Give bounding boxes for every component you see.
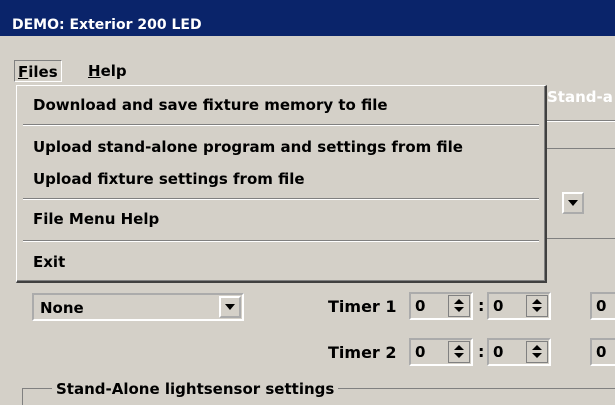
timer1-extra-value: 0 [596,297,607,315]
menu-item-upload-standalone[interactable]: Upload stand-alone program and settings … [33,135,463,159]
mode-select-button[interactable] [219,296,241,318]
menu-files-label: Files [18,63,58,81]
chevron-down-icon [568,200,578,206]
menu-item-file-menu-help[interactable]: File Menu Help [33,207,159,231]
timer1-minutes-spinner[interactable]: 0 [487,292,551,320]
menu-item-upload-fixture-settings[interactable]: Upload fixture settings from file [33,167,305,191]
mode-select[interactable]: None [32,293,244,321]
menu-help-label: Help [88,62,127,80]
timer2-hours-spinner[interactable]: 0 [409,338,473,366]
spinner-arrows-icon[interactable] [448,295,470,317]
timer1-extra-spinner[interactable]: 0 [590,292,615,320]
timer2-label: Timer 2 [328,343,397,362]
timer2-hours-value: 0 [415,343,426,361]
menu-help[interactable]: Help [84,60,131,82]
window-title: DEMO: Exterior 200 LED [12,17,202,33]
timer2-extra-spinner[interactable]: 0 [590,338,615,366]
timer2-minutes-value: 0 [493,343,504,361]
timer1-minutes-value: 0 [493,297,504,315]
menu-separator [23,198,539,200]
spinner-arrows-icon[interactable] [526,295,548,317]
timer1-hours-value: 0 [415,297,426,315]
menu-separator [23,124,539,126]
tab-stand-alone-partial[interactable]: Stand-a [547,88,613,106]
colon: : [478,296,485,315]
menu-item-download-save[interactable]: Download and save fixture memory to file [33,93,388,117]
divider [546,148,615,149]
menu-bar: Files Help [0,54,615,84]
combo-dropdown-button[interactable] [562,192,584,214]
lightsensor-group-label: Stand-Alone lightsensor settings [52,380,339,398]
timer2-extra-value: 0 [596,343,607,361]
chevron-down-icon [225,304,235,310]
timer1-label: Timer 1 [328,297,397,316]
colon: : [478,342,485,361]
window-title-bar: DEMO: Exterior 200 LED [0,0,615,36]
spinner-arrows-icon[interactable] [526,341,548,363]
menu-item-exit[interactable]: Exit [33,250,65,274]
divider [546,238,615,239]
menu-files[interactable]: Files [14,60,62,82]
mode-select-value: None [40,299,84,317]
files-menu: Download and save fixture memory to file… [16,85,547,283]
timer1-hours-spinner[interactable]: 0 [409,292,473,320]
timer2-minutes-spinner[interactable]: 0 [487,338,551,366]
divider [546,121,615,122]
menu-separator [23,240,539,242]
spinner-arrows-icon[interactable] [448,341,470,363]
